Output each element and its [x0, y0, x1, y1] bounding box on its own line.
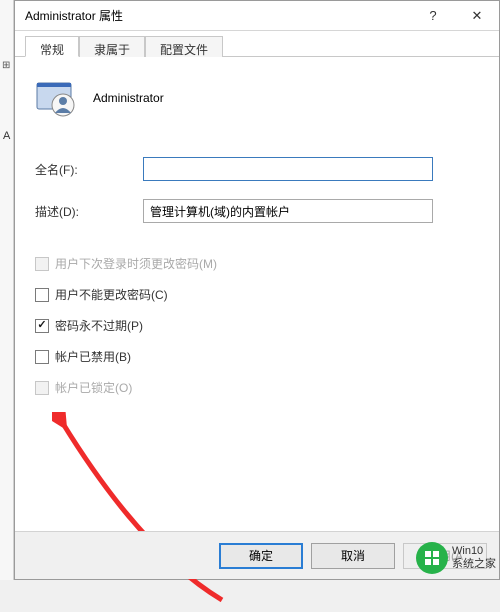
help-icon: ?	[429, 8, 436, 23]
checkbox-label: 用户下次登录时须更改密码(M)	[55, 255, 217, 272]
check-must-change-password: 用户下次登录时须更改密码(M)	[35, 255, 479, 272]
check-account-locked: 帐户已锁定(O)	[35, 379, 479, 396]
row-description: 描述(D):	[35, 199, 479, 223]
row-fullname: 全名(F):	[35, 157, 479, 181]
input-fullname[interactable]	[143, 157, 433, 181]
window-title: Administrator 属性	[25, 7, 411, 24]
close-icon: ✕	[472, 8, 483, 24]
tabstrip: 常规 隶属于 配置文件	[15, 31, 499, 57]
checkbox-icon	[35, 381, 49, 395]
watermark-text: Win10 系统之家	[452, 545, 496, 571]
help-button[interactable]: ?	[411, 1, 455, 30]
properties-dialog: Administrator 属性 ? ✕ 常规 隶属于 配置文件	[14, 0, 500, 580]
window-controls: ? ✕	[411, 1, 499, 30]
checkbox-label: 密码永不过期(P)	[55, 317, 143, 334]
checkbox-icon	[35, 257, 49, 271]
titlebar: Administrator 属性 ? ✕	[15, 1, 499, 31]
checkbox-icon	[35, 319, 49, 333]
account-header: Administrator	[35, 77, 479, 119]
input-description[interactable]	[143, 199, 433, 223]
checkbox-label: 用户不能更改密码(C)	[55, 286, 168, 303]
watermark: Win10 系统之家	[416, 542, 496, 574]
check-account-disabled[interactable]: 帐户已禁用(B)	[35, 348, 479, 365]
checkbox-icon	[35, 350, 49, 364]
ok-button[interactable]: 确定	[219, 543, 303, 569]
user-icon	[35, 77, 77, 119]
tab-label: 隶属于	[94, 43, 130, 57]
label-fullname: 全名(F):	[35, 161, 143, 178]
checkbox-icon	[35, 288, 49, 302]
cancel-button[interactable]: 取消	[311, 543, 395, 569]
checkbox-label: 帐户已禁用(B)	[55, 348, 131, 365]
checkbox-label: 帐户已锁定(O)	[55, 379, 132, 396]
tab-label: 配置文件	[160, 43, 208, 57]
check-cannot-change-password[interactable]: 用户不能更改密码(C)	[35, 286, 479, 303]
tab-profile[interactable]: 配置文件	[145, 36, 223, 57]
tab-label: 常规	[40, 43, 64, 57]
label-description: 描述(D):	[35, 203, 143, 220]
background-window-edge: ⊞ A	[0, 0, 14, 580]
check-password-never-expires[interactable]: 密码永不过期(P)	[35, 317, 479, 334]
watermark-logo-icon	[416, 542, 448, 574]
account-username: Administrator	[93, 91, 164, 105]
tab-memberof[interactable]: 隶属于	[79, 36, 145, 57]
annotation-arrow	[52, 412, 302, 612]
close-button[interactable]: ✕	[455, 1, 499, 30]
tab-general[interactable]: 常规	[25, 36, 79, 57]
tab-content: Administrator 全名(F): 描述(D): 用户下次登录时须更改密码…	[15, 57, 499, 579]
